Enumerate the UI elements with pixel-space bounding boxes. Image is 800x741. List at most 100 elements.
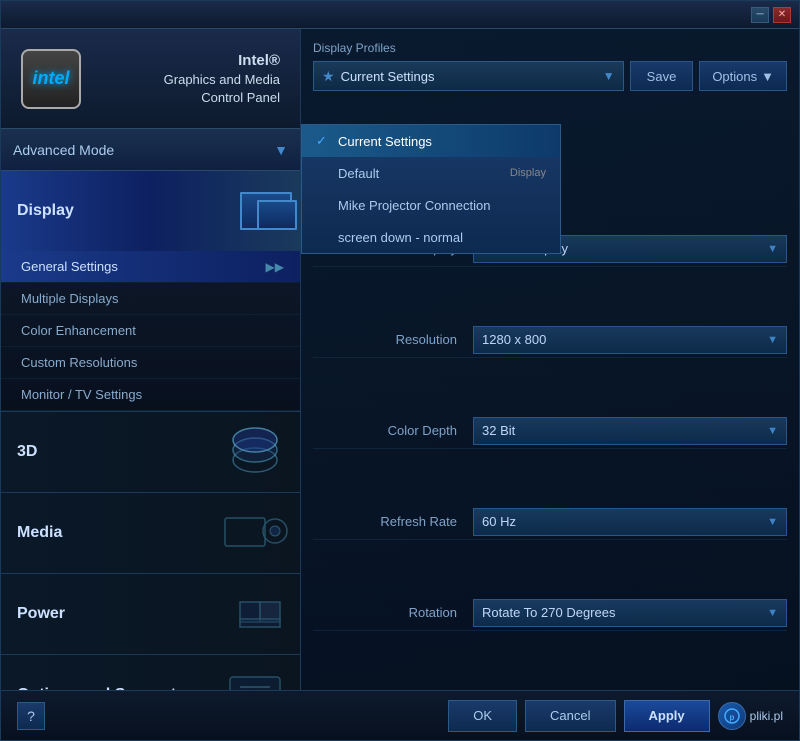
profile-current-label: Current Settings bbox=[341, 69, 435, 84]
mode-selector[interactable]: Advanced Mode ▼ bbox=[1, 129, 300, 171]
options-chevron-icon: ▼ bbox=[761, 69, 774, 84]
mode-chevron-icon: ▼ bbox=[274, 142, 288, 158]
custom-resolutions-label: Custom Resolutions bbox=[21, 355, 137, 370]
refresh-rate-select[interactable]: 60 Hz ▼ bbox=[473, 508, 787, 536]
sidebar-item-3d[interactable]: 3D bbox=[1, 412, 300, 492]
pliki-logo: p pliki.pl bbox=[718, 702, 783, 730]
color-enhancement-label: Color Enhancement bbox=[21, 323, 136, 338]
profile-chevron-icon: ▼ bbox=[603, 69, 615, 83]
brand-line1: Intel® bbox=[96, 50, 280, 71]
svg-text:p: p bbox=[729, 713, 734, 722]
ok-button[interactable]: OK bbox=[448, 700, 517, 732]
refresh-rate-setting-label: Refresh Rate bbox=[313, 514, 473, 529]
bottom-bar: ? OK Cancel Apply p pliki.pl bbox=[1, 690, 799, 740]
nav-section-display: Display General Settings ▶▶ Mu bbox=[1, 171, 300, 412]
brand-line2: Graphics and Media bbox=[96, 71, 280, 89]
rotation-select[interactable]: Rotate To 270 Degrees ▼ bbox=[473, 599, 787, 627]
resolution-select[interactable]: 1280 x 800 ▼ bbox=[473, 326, 787, 354]
options-button[interactable]: Options ▼ bbox=[699, 61, 787, 91]
sidebar-item-display-label: Display bbox=[1, 202, 300, 220]
dropdown-item-label-3: screen down - normal bbox=[338, 230, 463, 245]
save-button[interactable]: Save bbox=[630, 61, 694, 91]
sidebar-nav: Display General Settings ▶▶ Mu bbox=[1, 171, 300, 690]
content-area: Display Profiles ★ Current Settings ▼ Sa… bbox=[301, 29, 799, 690]
profiles-label: Display Profiles bbox=[313, 41, 787, 55]
apply-button[interactable]: Apply bbox=[624, 700, 710, 732]
profiles-row: ★ Current Settings ▼ Save Options ▼ bbox=[313, 61, 787, 91]
rotation-select-arrow-icon: ▼ bbox=[767, 607, 778, 619]
help-button[interactable]: ? bbox=[17, 702, 45, 730]
multiple-displays-label: Multiple Displays bbox=[21, 291, 119, 306]
sidebar-item-custom-resolutions[interactable]: Custom Resolutions bbox=[1, 347, 300, 379]
sidebar-item-multiple-displays[interactable]: Multiple Displays bbox=[1, 283, 300, 315]
dropdown-item-screen-down[interactable]: ✓ screen down - normal bbox=[302, 221, 560, 253]
main-window: ─ ✕ intel Intel® Graphics and Media Cont… bbox=[0, 0, 800, 741]
rotation-setting-row: Rotation Rotate To 270 Degrees ▼ bbox=[313, 595, 787, 631]
nav-section-options: Options and Support bbox=[1, 655, 300, 690]
monitor-tv-label: Monitor / TV Settings bbox=[21, 387, 142, 402]
nav-section-3d: 3D bbox=[1, 412, 300, 493]
rotation-select-value: Rotate To 270 Degrees bbox=[482, 605, 615, 620]
window-controls: ─ ✕ bbox=[751, 7, 791, 23]
submenu-arrow-icon: ▶▶ bbox=[266, 260, 284, 274]
intel-title: Intel® Graphics and Media Control Panel bbox=[96, 50, 280, 107]
refresh-rate-select-arrow-icon: ▼ bbox=[767, 516, 778, 528]
close-button[interactable]: ✕ bbox=[773, 7, 791, 23]
sidebar-item-general-settings[interactable]: General Settings ▶▶ bbox=[1, 251, 300, 283]
dropdown-menu-container: ✓ Current Settings ✓ Default Display ✓ M… bbox=[301, 124, 561, 254]
profiles-section: Display Profiles ★ Current Settings ▼ Sa… bbox=[313, 41, 787, 91]
sidebar-item-power-label: Power bbox=[1, 605, 300, 623]
sidebar-item-3d-label: 3D bbox=[1, 443, 300, 461]
title-bar: ─ ✕ bbox=[1, 1, 799, 29]
pliki-icon: p bbox=[718, 702, 746, 730]
dropdown-item-default[interactable]: ✓ Default Display bbox=[302, 157, 560, 189]
resolution-select-arrow-icon: ▼ bbox=[767, 334, 778, 346]
color-depth-select-value: 32 Bit bbox=[482, 423, 515, 438]
sidebar-item-media[interactable]: Media bbox=[1, 493, 300, 573]
sidebar-item-power[interactable]: Power bbox=[1, 574, 300, 654]
resolution-setting-label: Resolution bbox=[313, 332, 473, 347]
pliki-label: pliki.pl bbox=[750, 709, 783, 723]
resolution-setting-row: Resolution 1280 x 800 ▼ bbox=[313, 322, 787, 358]
brand-line3: Control Panel bbox=[96, 89, 280, 107]
refresh-rate-setting-row: Refresh Rate 60 Hz ▼ bbox=[313, 504, 787, 540]
main-area: intel Intel® Graphics and Media Control … bbox=[1, 29, 799, 690]
dropdown-phantom-label: Display bbox=[510, 167, 546, 179]
color-depth-setting-row: Color Depth 32 Bit ▼ bbox=[313, 413, 787, 449]
options-label: Options bbox=[712, 69, 757, 84]
color-depth-select[interactable]: 32 Bit ▼ bbox=[473, 417, 787, 445]
nav-section-media: Media bbox=[1, 493, 300, 574]
minimize-button[interactable]: ─ bbox=[751, 7, 769, 23]
nav-section-power: Power bbox=[1, 574, 300, 655]
profile-star-icon: ★ bbox=[322, 68, 335, 85]
profile-dropdown-menu: ✓ Current Settings ✓ Default Display ✓ M… bbox=[301, 124, 799, 254]
resolution-select-value: 1280 x 800 bbox=[482, 332, 546, 347]
profile-dropdown[interactable]: ★ Current Settings ▼ bbox=[313, 61, 624, 91]
general-settings-label: General Settings bbox=[21, 259, 118, 274]
color-depth-select-arrow-icon: ▼ bbox=[767, 425, 778, 437]
dropdown-item-current-settings[interactable]: ✓ Current Settings bbox=[302, 125, 560, 157]
sidebar: intel Intel® Graphics and Media Control … bbox=[1, 29, 301, 690]
mode-label: Advanced Mode bbox=[13, 142, 114, 158]
cancel-button[interactable]: Cancel bbox=[525, 700, 615, 732]
intel-logo: intel bbox=[21, 49, 81, 109]
sidebar-item-display[interactable]: Display bbox=[1, 171, 300, 251]
dropdown-item-mike-projector[interactable]: ✓ Mike Projector Connection bbox=[302, 189, 560, 221]
sidebar-item-color-enhancement[interactable]: Color Enhancement bbox=[1, 315, 300, 347]
settings-grid: Display Built-in Display ▼ Resolution 12… bbox=[313, 231, 787, 678]
dropdown-item-label-0: Current Settings bbox=[338, 134, 432, 149]
display-submenu: General Settings ▶▶ Multiple Displays Co… bbox=[1, 251, 300, 411]
rotation-setting-label: Rotation bbox=[313, 605, 473, 620]
sidebar-item-media-label: Media bbox=[1, 524, 300, 542]
sidebar-item-options-label: Options and Support bbox=[1, 686, 300, 690]
sidebar-item-options[interactable]: Options and Support bbox=[1, 655, 300, 690]
dropdown-item-label-2: Mike Projector Connection bbox=[338, 198, 490, 213]
dropdown-item-label-1: Default bbox=[338, 166, 379, 181]
color-depth-setting-label: Color Depth bbox=[313, 423, 473, 438]
sidebar-item-monitor-tv[interactable]: Monitor / TV Settings bbox=[1, 379, 300, 411]
refresh-rate-select-value: 60 Hz bbox=[482, 514, 516, 529]
checkmark-icon: ✓ bbox=[316, 133, 332, 149]
intel-header: intel Intel® Graphics and Media Control … bbox=[1, 29, 300, 129]
intel-logo-text: intel bbox=[32, 68, 69, 89]
profile-select-text: ★ Current Settings bbox=[322, 68, 435, 85]
